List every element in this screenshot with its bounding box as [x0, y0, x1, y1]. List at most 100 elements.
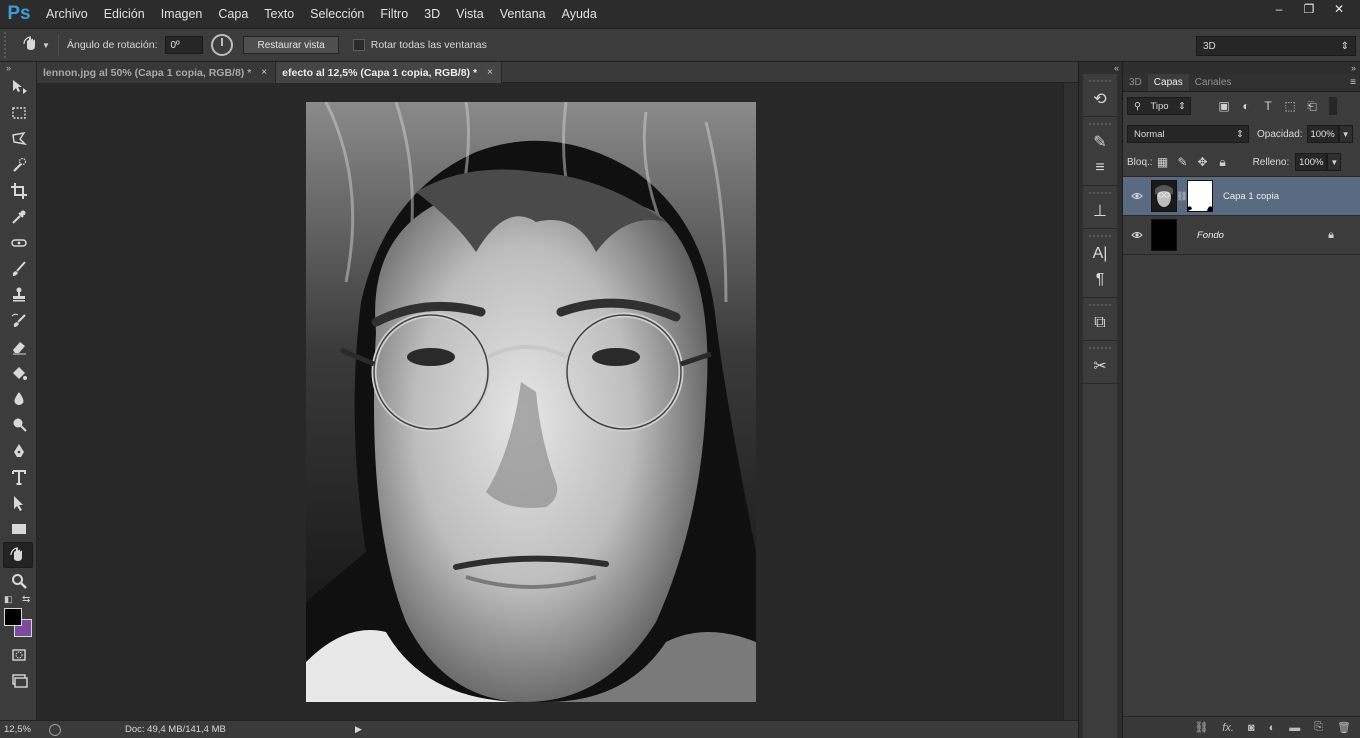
menu-seleccion[interactable]: Selección [302, 0, 372, 28]
close-icon[interactable]: × [487, 67, 493, 78]
character-styles-icon[interactable]: ⧉ [1083, 310, 1117, 336]
strip-grip[interactable] [1089, 80, 1111, 84]
crop-tool[interactable] [0, 178, 37, 204]
menu-imagen[interactable]: Imagen [153, 0, 211, 28]
document-tab-efecto[interactable]: efecto al 12,5% (Capa 1 copia, RGB/8) * … [276, 62, 502, 83]
status-menu-arrow-icon[interactable]: ▶ [355, 724, 362, 735]
strip-grip[interactable] [1089, 235, 1111, 239]
layer-name[interactable]: Capa 1 copia [1223, 191, 1279, 202]
menu-archivo[interactable]: Archivo [38, 0, 96, 28]
rotate-view-tool-preset[interactable]: ▼ [22, 32, 50, 58]
add-mask-icon[interactable]: ◙ [1248, 722, 1255, 734]
brush-settings-icon[interactable]: ≡ [1083, 155, 1117, 181]
strip-grip[interactable] [1089, 192, 1111, 196]
document-tab-lennon[interactable]: lennon.jpg al 50% (Capa 1 copia, RGB/8) … [37, 62, 277, 83]
close-icon[interactable]: × [261, 67, 267, 78]
opacity-input[interactable]: 100% [1306, 125, 1339, 143]
tool-presets-icon[interactable]: ✂ [1083, 353, 1117, 379]
brush-presets-icon[interactable]: ✎ [1083, 129, 1117, 155]
filter-toggle[interactable] [1329, 97, 1337, 115]
dodge-tool[interactable] [0, 412, 37, 438]
rotation-angle-input[interactable]: 0º [165, 36, 204, 54]
blend-mode-select[interactable]: Normal ⇕ [1127, 125, 1249, 143]
fill-input[interactable]: 100% [1295, 153, 1328, 171]
filter-type-select[interactable]: ⚲ Tipo ⇕ [1127, 97, 1191, 115]
default-colors-icon[interactable]: ◧ [4, 594, 13, 605]
new-group-icon[interactable]: ▬ [1289, 722, 1300, 734]
eraser-tool[interactable] [0, 334, 37, 360]
menu-capa[interactable]: Capa [210, 0, 256, 28]
document-canvas[interactable] [37, 83, 1063, 720]
lock-position-icon[interactable]: ✥ [1193, 154, 1213, 170]
status-info-icon[interactable] [49, 723, 61, 736]
close-button[interactable]: ✕ [1324, 0, 1354, 18]
history-icon[interactable]: ⟲ [1083, 86, 1117, 112]
pixel-filter-icon[interactable]: ▣ [1213, 97, 1235, 115]
clone-source-icon[interactable]: ⊥ [1083, 198, 1117, 224]
options-grip[interactable] [4, 32, 12, 58]
restore-button[interactable]: ❐ [1294, 0, 1324, 18]
vertical-scrollbar[interactable] [1063, 83, 1078, 720]
menu-filtro[interactable]: Filtro [372, 0, 416, 28]
paint-bucket-tool[interactable] [0, 360, 37, 386]
collapse-icon[interactable]: » [1123, 62, 1360, 74]
lock-transparency-icon[interactable]: ▦ [1153, 154, 1173, 170]
rectangle-tool[interactable] [0, 516, 37, 542]
smart-object-filter-icon[interactable]: ⎗ [1301, 97, 1323, 115]
strip-grip[interactable] [1089, 347, 1111, 351]
zoom-level[interactable]: 12,5% [0, 724, 37, 735]
foreground-color-swatch[interactable] [4, 608, 22, 626]
lock-icon[interactable]: 🔒︎ [1328, 229, 1334, 242]
move-tool[interactable] [0, 74, 37, 100]
shape-filter-icon[interactable]: ⬚ [1279, 97, 1301, 115]
history-brush-tool[interactable] [0, 308, 37, 334]
restore-view-button[interactable]: Restaurar vista [243, 36, 339, 54]
new-layer-icon[interactable]: ⎘ [1314, 721, 1323, 734]
menu-3d[interactable]: 3D [416, 0, 448, 28]
type-tool[interactable] [0, 464, 37, 490]
type-filter-icon[interactable]: T [1257, 97, 1279, 115]
menu-ayuda[interactable]: Ayuda [554, 0, 605, 28]
lasso-tool[interactable] [0, 126, 37, 152]
eye-icon[interactable] [1123, 231, 1151, 239]
rotate-view-tool[interactable] [3, 542, 33, 568]
lock-pixels-icon[interactable]: ✎ [1173, 154, 1193, 170]
character-icon[interactable]: A| [1083, 241, 1117, 267]
link-layers-icon[interactable]: ⛓ [1194, 721, 1208, 734]
screen-mode-button[interactable] [0, 668, 37, 694]
adjustment-filter-icon[interactable]: ◐ [1235, 97, 1257, 115]
layer-thumbnail[interactable] [1151, 219, 1177, 251]
tab-canales[interactable]: Canales [1189, 74, 1238, 91]
lock-all-icon[interactable]: 🔒︎ [1213, 154, 1233, 170]
strip-grip[interactable] [1089, 304, 1111, 308]
eye-icon[interactable] [1123, 192, 1151, 200]
healing-brush-tool[interactable] [0, 230, 37, 256]
quick-selection-tool[interactable] [0, 152, 37, 178]
layer-row[interactable]: ⛓ Capa 1 copia [1123, 177, 1360, 216]
tab-3d[interactable]: 3D [1123, 74, 1148, 91]
pen-tool[interactable] [0, 438, 37, 464]
strip-grip[interactable] [1089, 123, 1111, 127]
trash-icon[interactable]: 🗑︎ [1337, 721, 1351, 734]
fill-slider-button[interactable]: ▼ [1327, 153, 1342, 171]
link-icon[interactable]: ⛓ [1176, 191, 1187, 202]
menu-edicion[interactable]: Edición [96, 0, 153, 28]
fx-icon[interactable]: fx. [1222, 722, 1234, 734]
path-selection-tool[interactable] [0, 490, 37, 516]
rotate-all-windows-checkbox[interactable] [352, 39, 365, 51]
tab-capas[interactable]: Capas [1147, 74, 1189, 91]
opacity-slider-button[interactable]: ▼ [1338, 125, 1353, 143]
layer-mask-thumbnail[interactable] [1187, 180, 1213, 212]
eyedropper-tool[interactable] [0, 204, 37, 230]
marquee-tool[interactable] [0, 100, 37, 126]
workspace-select[interactable]: 3D ⇕ [1196, 36, 1356, 56]
layer-row[interactable]: Fondo 🔒︎ [1123, 216, 1360, 255]
minimize-button[interactable]: – [1264, 0, 1294, 18]
swap-colors-icon[interactable]: ⇆ [22, 594, 30, 605]
adjustment-layer-icon[interactable]: ◐ [1269, 722, 1276, 734]
quick-mask-button[interactable] [0, 642, 37, 668]
brush-tool[interactable] [0, 256, 37, 282]
panel-menu-icon[interactable]: ≡ [1350, 77, 1356, 88]
menu-texto[interactable]: Texto [256, 0, 302, 28]
rotation-dial[interactable] [211, 34, 234, 56]
